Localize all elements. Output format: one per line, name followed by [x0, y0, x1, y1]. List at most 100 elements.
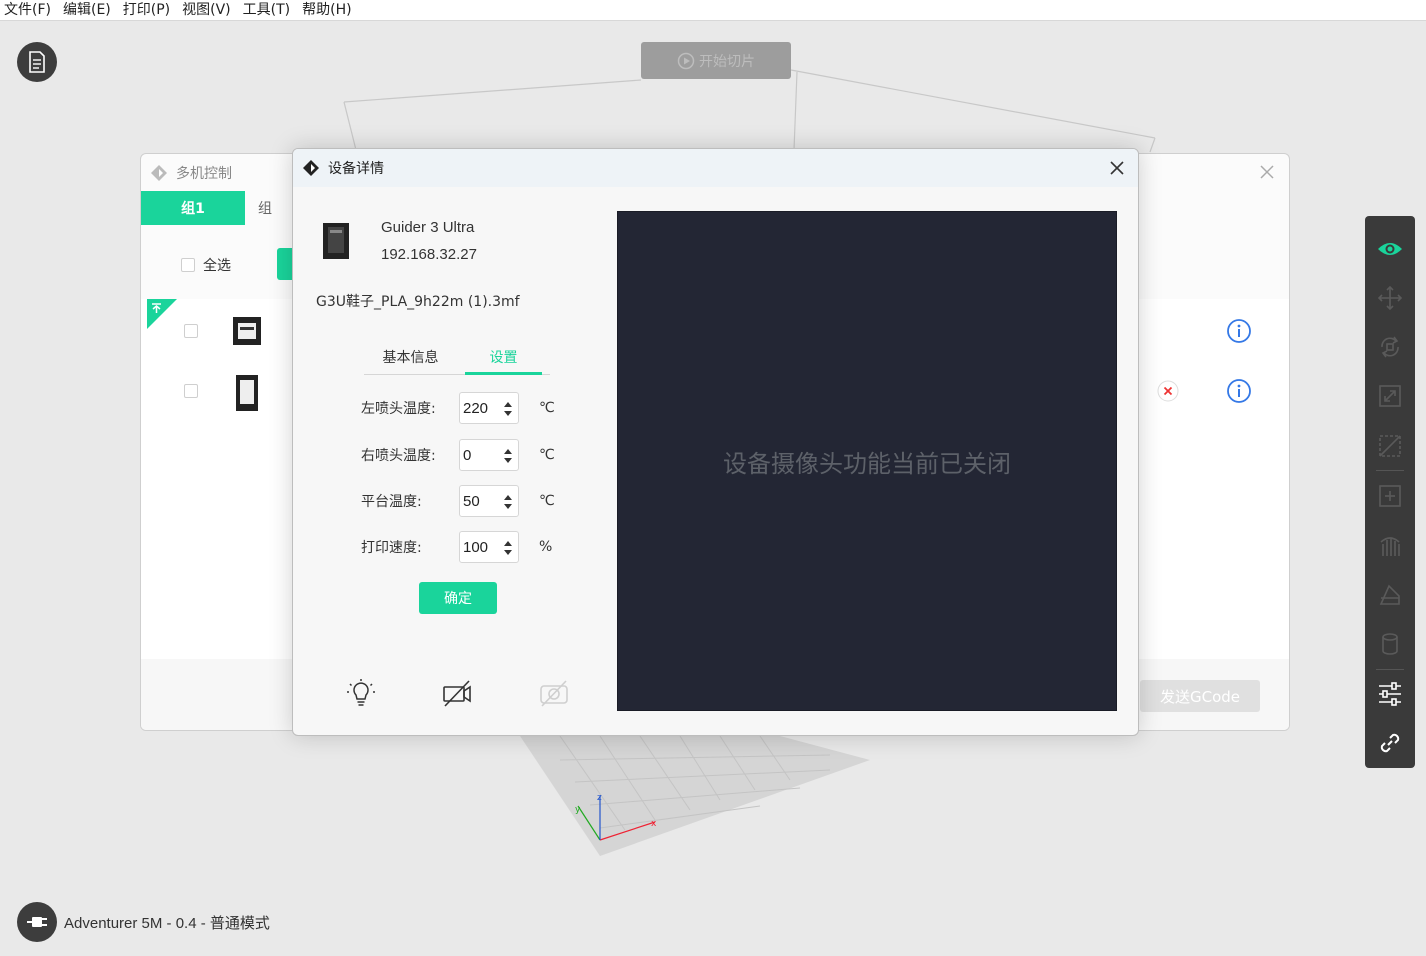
- info-icon[interactable]: [1226, 318, 1252, 344]
- scale-icon: [1379, 385, 1401, 408]
- eye-icon: [1378, 242, 1402, 255]
- tab-basic-info[interactable]: 基本信息: [364, 339, 457, 374]
- settings-sliders-button[interactable]: [1365, 670, 1415, 719]
- right-nozzle-temp-label: 右喷头温度:: [361, 448, 436, 464]
- bed-temp-unit: ℃: [539, 493, 555, 509]
- cut-tool-button[interactable]: [1365, 570, 1415, 619]
- camera-off-message: 设备摄像头功能当前已关闭: [723, 449, 1011, 478]
- camera-view: 设备摄像头功能当前已关闭: [617, 211, 1117, 711]
- tab-group-2[interactable]: 组: [245, 191, 285, 225]
- sliders-icon: [1379, 682, 1401, 706]
- left-nozzle-temp-unit: ℃: [539, 400, 555, 416]
- right-nozzle-temp-input[interactable]: 0: [459, 439, 519, 471]
- group-tabs: 组1 组: [141, 191, 285, 225]
- right-nozzle-temp-row: 右喷头温度: 0 ℃: [361, 439, 555, 471]
- svg-text:y: y: [575, 805, 581, 815]
- cut-icon: [1379, 584, 1400, 605]
- bed-temp-row: 平台温度: 50 ℃: [361, 485, 555, 517]
- device-details-title: 设备详情: [328, 161, 384, 177]
- left-nozzle-temp-row: 左喷头温度: 220 ℃: [361, 392, 555, 424]
- app-logo-icon: [303, 160, 319, 176]
- error-icon[interactable]: [1156, 379, 1180, 403]
- start-slice-button[interactable]: 开始切片: [641, 42, 791, 79]
- spin-arrows-icon[interactable]: [504, 447, 512, 465]
- printer-image: [233, 317, 261, 345]
- camera-off-icon[interactable]: [441, 677, 473, 709]
- document-button[interactable]: [17, 42, 57, 82]
- menu-help[interactable]: 帮助(H): [298, 0, 359, 21]
- document-icon: [29, 51, 45, 73]
- cylinder-icon: [1382, 633, 1398, 655]
- menu-file[interactable]: 文件(F): [0, 0, 59, 21]
- mirror-icon: [1379, 434, 1401, 457]
- link-button[interactable]: [1365, 719, 1415, 768]
- right-nozzle-temp-unit: ℃: [539, 447, 555, 463]
- menu-view[interactable]: 视图(V): [178, 0, 239, 21]
- add-box-icon: [1379, 485, 1401, 507]
- move-icon: [1377, 285, 1403, 311]
- menu-print[interactable]: 打印(P): [119, 0, 178, 21]
- start-slice-label: 开始切片: [699, 53, 755, 70]
- left-nozzle-temp-label: 左喷头温度:: [361, 401, 436, 417]
- printer-image: [236, 375, 258, 411]
- device-details-titlebar: 设备详情: [293, 149, 1138, 187]
- rotate-icon: [1381, 336, 1399, 358]
- view-tool-button[interactable]: [1365, 224, 1415, 273]
- device-details-dialog: 设备详情 Guider 3 Ultra 192.168.32.27 G3U鞋子_…: [292, 148, 1139, 736]
- print-speed-label: 打印速度:: [361, 540, 422, 556]
- left-nozzle-temp-value: 220: [463, 399, 489, 417]
- menu-bar: 文件(F) 编辑(E) 打印(P) 视图(V) 工具(T) 帮助(H): [0, 0, 1426, 21]
- plug-icon: [27, 917, 47, 927]
- send-gcode-button[interactable]: 发送GCode: [1140, 680, 1260, 712]
- print-speed-value: 100: [463, 538, 489, 556]
- scale-tool-button[interactable]: [1365, 372, 1415, 421]
- close-icon[interactable]: [1108, 159, 1126, 177]
- printer-row-checkbox[interactable]: [184, 324, 198, 338]
- multi-control-title: 多机控制: [176, 166, 232, 182]
- print-speed-input[interactable]: 100: [459, 531, 519, 563]
- close-icon[interactable]: [1259, 164, 1275, 180]
- info-icon[interactable]: [1226, 378, 1252, 404]
- light-bulb-icon[interactable]: [345, 677, 377, 709]
- mirror-tool-button[interactable]: [1365, 421, 1415, 470]
- right-nozzle-temp-value: 0: [463, 446, 472, 464]
- machine-status-label: Adventurer 5M - 0.4 - 普通模式: [64, 915, 270, 932]
- spin-arrows-icon[interactable]: [504, 400, 512, 418]
- print-speed-unit: %: [539, 539, 553, 555]
- print-speed-row: 打印速度: 100 %: [361, 531, 552, 563]
- menu-tools[interactable]: 工具(T): [239, 0, 298, 21]
- machine-select-button[interactable]: [17, 902, 57, 942]
- right-toolbar: [1365, 216, 1415, 768]
- spin-arrows-icon[interactable]: [504, 493, 512, 511]
- tab-group-1[interactable]: 组1: [141, 191, 245, 225]
- add-shape-button[interactable]: [1365, 471, 1415, 520]
- confirm-button[interactable]: 确定: [419, 582, 497, 614]
- select-all[interactable]: 全选: [181, 255, 231, 275]
- svg-text:z: z: [597, 793, 602, 803]
- detail-tabs: 基本信息 设置: [364, 339, 550, 375]
- select-all-label: 全选: [203, 258, 231, 274]
- bed-temp-label: 平台温度:: [361, 494, 422, 510]
- tab-settings[interactable]: 设置: [457, 339, 550, 375]
- support-tool-button[interactable]: [1365, 521, 1415, 570]
- link-icon: [1380, 734, 1400, 753]
- bed-temp-input[interactable]: 50: [459, 485, 519, 517]
- app-logo-icon: [151, 165, 167, 181]
- menu-edit[interactable]: 编辑(E): [59, 0, 119, 21]
- camera-off-disabled-icon[interactable]: [538, 677, 570, 709]
- bed-temp-value: 50: [463, 492, 480, 510]
- rotate-tool-button[interactable]: [1365, 323, 1415, 372]
- play-icon: [677, 52, 695, 69]
- support-icon: [1380, 537, 1400, 557]
- spin-arrows-icon[interactable]: [504, 539, 512, 557]
- device-ip: 192.168.32.27: [381, 246, 477, 263]
- left-nozzle-temp-input[interactable]: 220: [459, 392, 519, 424]
- select-all-checkbox[interactable]: [181, 258, 195, 272]
- printer-row-checkbox[interactable]: [184, 384, 198, 398]
- device-name: Guider 3 Ultra: [381, 219, 475, 236]
- device-image: [323, 223, 349, 259]
- svg-text:x: x: [651, 819, 657, 829]
- print-file-name: G3U鞋子_PLA_9h22m (1).3mf: [316, 294, 520, 310]
- cylinder-tool-button[interactable]: [1365, 619, 1415, 668]
- move-tool-button[interactable]: [1365, 273, 1415, 322]
